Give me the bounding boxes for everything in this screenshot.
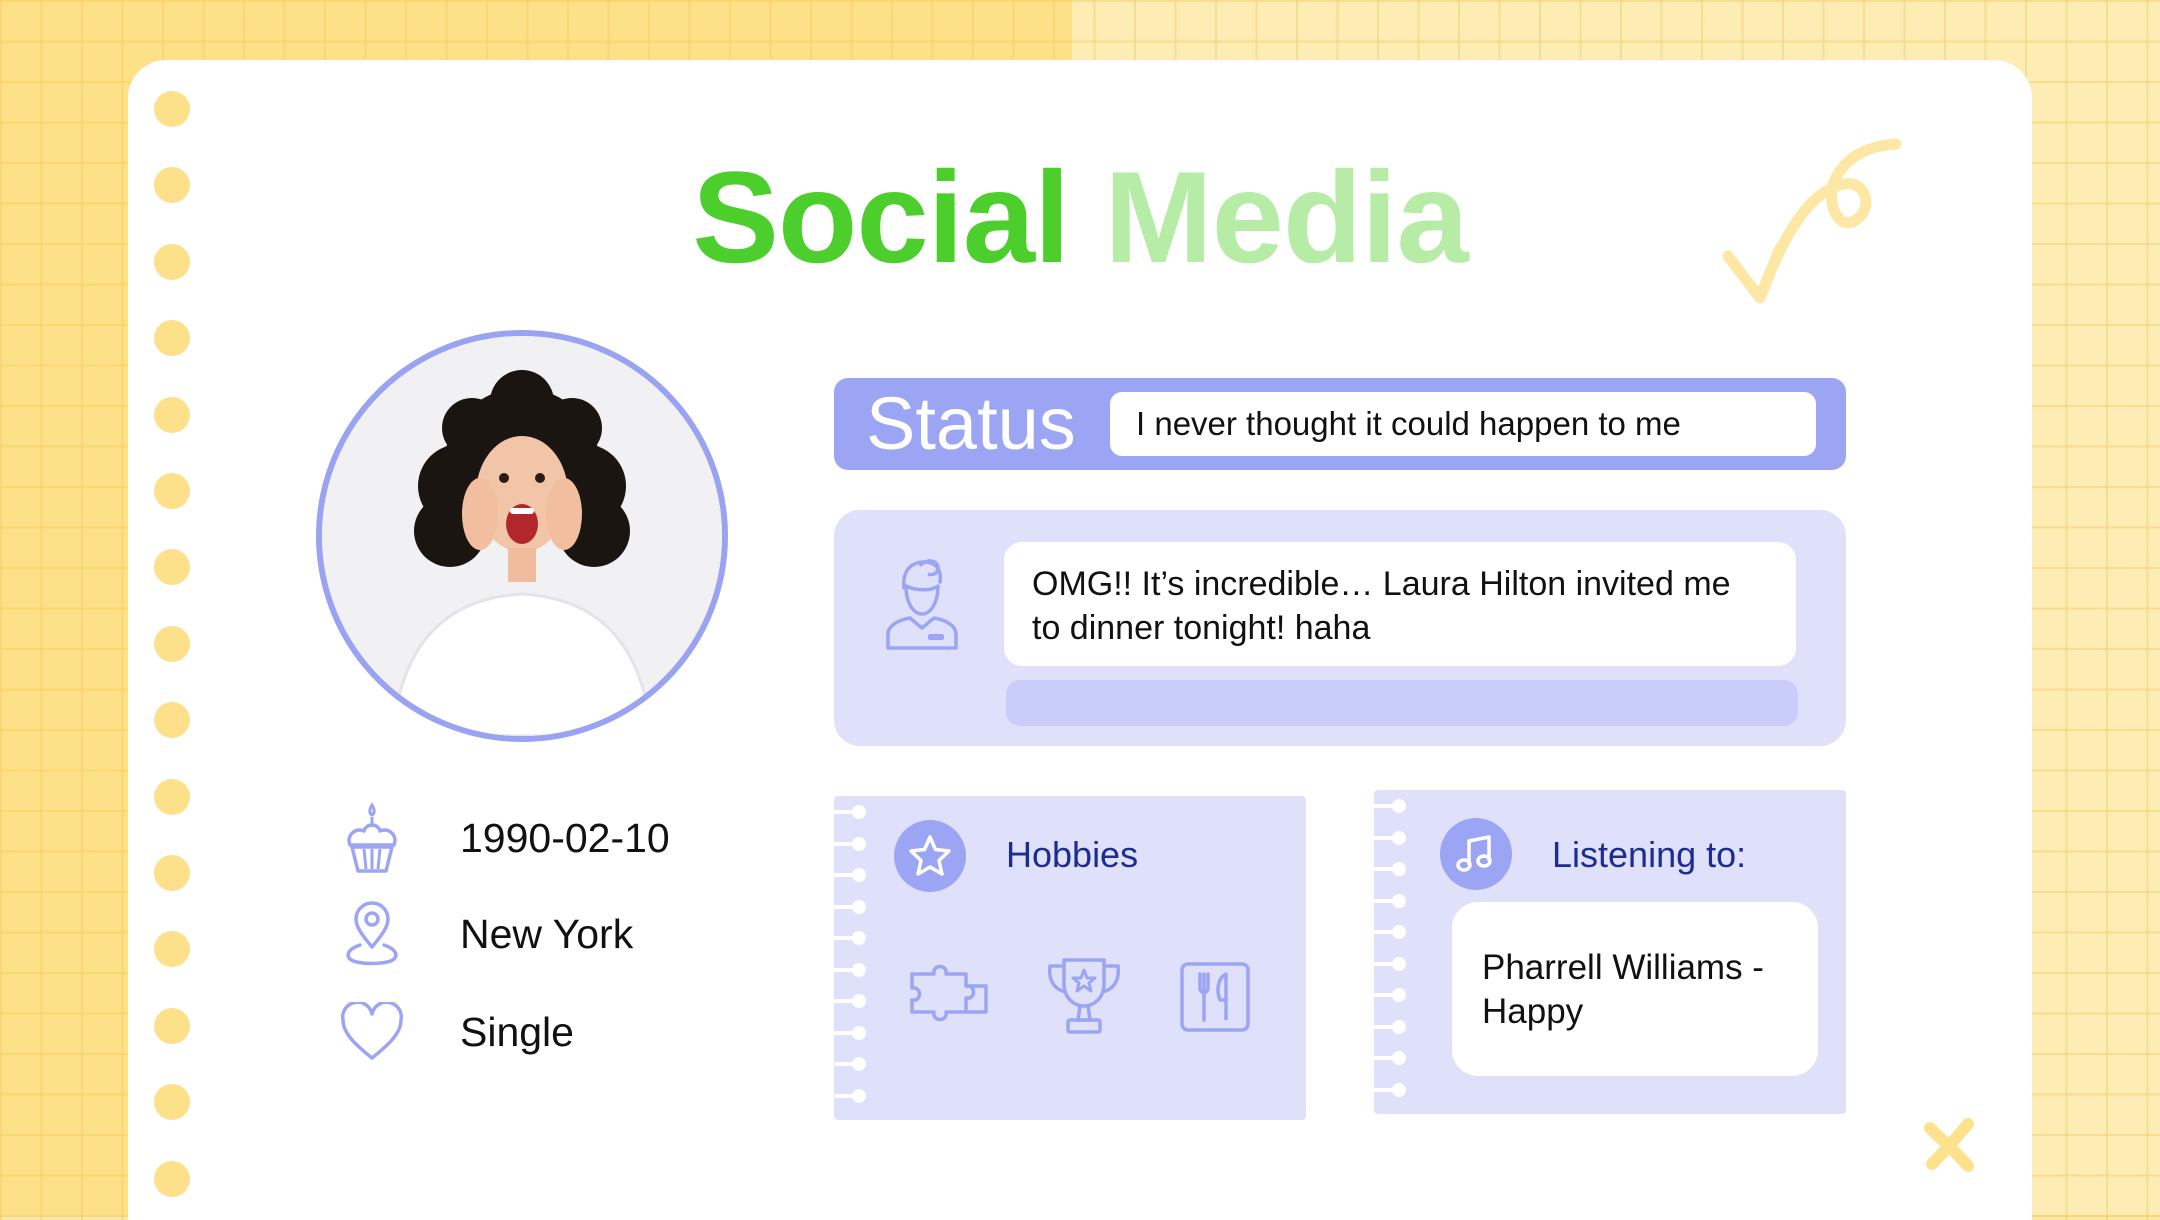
binder-hole	[154, 320, 190, 356]
title-word-social: Social	[692, 144, 1070, 290]
music-note-icon	[1440, 818, 1512, 890]
binder-hole	[154, 91, 190, 127]
hobbies-title: Hobbies	[1006, 834, 1139, 875]
binder-hole	[154, 779, 190, 815]
binder-hole	[154, 473, 190, 509]
hobbies-panel: Hobbies	[834, 796, 1306, 1120]
cupcake-icon	[330, 796, 414, 880]
heart-icon	[330, 990, 414, 1074]
listening-title: Listening to:	[1552, 834, 1747, 875]
curly-arrow-doodle	[1722, 138, 1902, 304]
notebook-spiral	[1374, 799, 1406, 1119]
binder-hole	[154, 1008, 190, 1044]
birthday-row: 1990-02-10	[330, 796, 670, 880]
status-label: Status	[866, 382, 1076, 465]
title-word-media: Media	[1104, 144, 1468, 290]
relationship-text: Single	[460, 1008, 574, 1055]
trophy-icon	[1047, 958, 1121, 1034]
location-row: New York	[330, 892, 633, 976]
binder-hole	[154, 855, 190, 891]
puzzle-icon	[910, 964, 988, 1022]
binder-hole	[154, 1161, 190, 1197]
relationship-row: Single	[330, 990, 574, 1074]
song-text: Pharrell Williams - Happy	[1452, 902, 1818, 1076]
binder-hole	[154, 1084, 190, 1120]
user-icon	[886, 559, 958, 650]
post-card: OMG!! It’s incredible… Laura Hilton invi…	[834, 510, 1846, 746]
listening-panel: Listening to: Pharrell Williams - Happy	[1374, 790, 1846, 1114]
status-bar: Status I never thought it could happen t…	[834, 378, 1846, 470]
profile-avatar[interactable]	[316, 330, 728, 742]
avatar-photo	[322, 336, 722, 736]
cutlery-icon	[1180, 962, 1250, 1032]
binder-hole	[154, 626, 190, 662]
birthday-text: 1990-02-10	[460, 814, 670, 861]
binder-hole	[154, 931, 190, 967]
notebook-spiral	[834, 805, 866, 1125]
binder-hole	[154, 397, 190, 433]
location-text: New York	[460, 910, 634, 957]
status-input[interactable]: I never thought it could happen to me	[1110, 392, 1816, 456]
star-icon	[894, 820, 966, 892]
post-text: OMG!! It’s incredible… Laura Hilton invi…	[1004, 542, 1796, 666]
binder-hole	[154, 702, 190, 738]
post-reply-bar[interactable]	[1006, 680, 1798, 726]
location-pin-icon	[330, 892, 414, 976]
binder-hole	[154, 549, 190, 585]
x-doodle	[1924, 1118, 1974, 1172]
